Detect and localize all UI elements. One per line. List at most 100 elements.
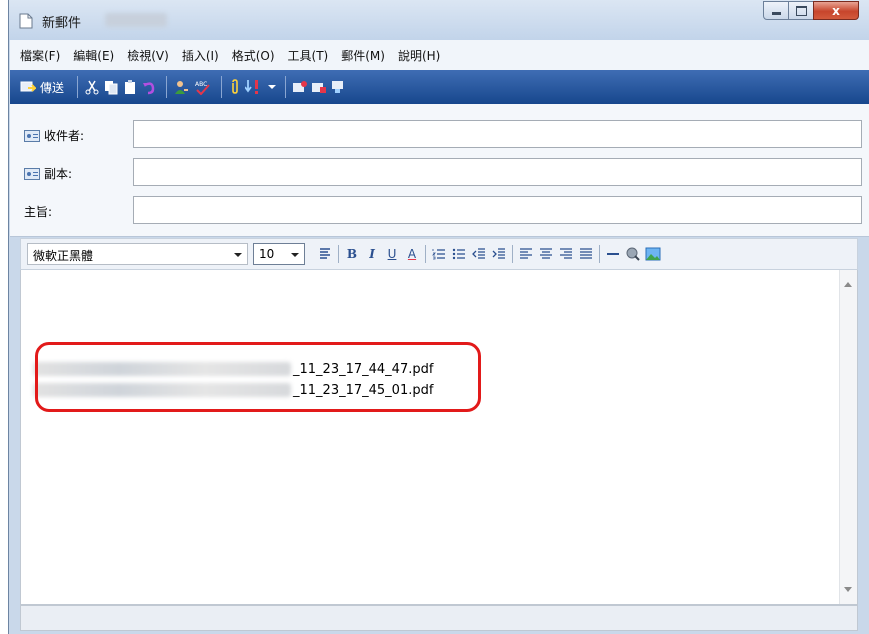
font-size-select[interactable]: 10 — [253, 243, 305, 265]
minimize-icon — [771, 12, 781, 15]
cc-input[interactable] — [133, 158, 862, 186]
offline-icon — [332, 81, 344, 93]
align-left-button[interactable] — [516, 244, 536, 264]
attach-button[interactable] — [228, 76, 242, 98]
toolbar-separator — [166, 76, 168, 98]
vertical-scrollbar[interactable] — [839, 270, 857, 604]
priority-icon — [245, 80, 259, 94]
cc-label-text: 副本: — [44, 167, 73, 181]
align-right-button[interactable] — [556, 244, 576, 264]
title-bar: 新郵件 x — [9, 0, 869, 40]
subject-label-text: 主旨: — [24, 205, 53, 219]
decrease-indent-button[interactable] — [469, 244, 489, 264]
align-center-button[interactable] — [536, 244, 556, 264]
bullet-list-icon — [452, 248, 465, 260]
font-size-value: 10 — [259, 247, 275, 261]
cc-row: 副本: — [10, 158, 869, 188]
scroll-down-icon[interactable] — [844, 587, 852, 592]
menu-format[interactable]: 格式(O) — [232, 47, 275, 64]
menu-message[interactable]: 郵件(M) — [341, 47, 385, 64]
align-right-icon — [560, 248, 572, 259]
sign-icon — [293, 81, 308, 92]
spell-check-icon: ABC — [195, 81, 210, 95]
menu-file[interactable]: 檔案(F) — [20, 47, 60, 64]
chevron-down-icon — [234, 253, 242, 257]
menu-edit[interactable]: 編輯(E) — [73, 47, 114, 64]
check-names-button[interactable] — [173, 76, 191, 98]
offline-button[interactable] — [330, 76, 346, 98]
align-left-icon — [520, 248, 532, 259]
insert-picture-button[interactable] — [643, 244, 663, 264]
horizontal-line-icon — [607, 253, 619, 255]
increase-indent-button[interactable] — [489, 244, 509, 264]
menu-insert[interactable]: 插入(I) — [182, 47, 219, 64]
font-select-value: 微軟正黑體 — [33, 249, 94, 263]
close-button[interactable]: x — [813, 1, 859, 20]
format-separator — [338, 245, 339, 263]
underline-button[interactable]: U — [382, 244, 402, 264]
chevron-down-icon — [268, 85, 277, 89]
bold-button[interactable]: B — [342, 244, 362, 264]
paragraph-style-icon — [320, 248, 330, 259]
send-button[interactable]: 傳送 — [16, 76, 68, 98]
send-icon — [20, 81, 36, 92]
subject-input[interactable] — [133, 196, 862, 224]
minimize-button[interactable] — [763, 1, 789, 20]
scissors-icon — [85, 80, 99, 95]
copy-button[interactable] — [103, 76, 119, 98]
paperclip-icon — [232, 79, 238, 94]
priority-button[interactable] — [245, 76, 265, 98]
formatting-toolbar: 微軟正黑體 10 B I U A — [20, 238, 858, 270]
address-card-icon — [24, 167, 40, 180]
new-mail-window: 新郵件 x 檔案(F) 編輯(E) 檢視(V) 插入(I) 格式(O) 工具(T… — [8, 0, 869, 634]
numbered-list-icon — [432, 249, 445, 260]
paste-button[interactable] — [122, 76, 138, 98]
cut-button[interactable] — [84, 76, 100, 98]
to-label-text: 收件者: — [44, 129, 85, 143]
undo-button[interactable] — [141, 76, 157, 98]
status-bar — [20, 605, 858, 631]
toolbar-separator — [285, 76, 287, 98]
picture-icon — [645, 247, 661, 261]
cc-label[interactable]: 副本: — [24, 165, 72, 182]
bullets-button[interactable] — [449, 244, 469, 264]
contacts-icon — [175, 81, 189, 94]
copy-icon — [105, 81, 118, 95]
horizontal-line-button[interactable] — [603, 244, 623, 264]
subject-row: 主旨: — [10, 196, 869, 226]
priority-dropdown[interactable] — [268, 76, 277, 98]
close-icon: x — [832, 3, 840, 18]
paragraph-style-button[interactable] — [315, 244, 335, 264]
menu-tools[interactable]: 工具(T) — [288, 47, 329, 64]
svg-text:ABC: ABC — [195, 81, 207, 88]
highlight-frame — [35, 342, 481, 412]
toolbar-separator — [221, 76, 223, 98]
undo-icon — [143, 82, 155, 95]
font-select[interactable]: 微軟正黑體 — [27, 243, 248, 265]
maximize-icon — [795, 5, 807, 16]
send-label: 傳送 — [40, 80, 65, 95]
hyperlink-icon — [626, 247, 640, 261]
italic-button[interactable]: I — [362, 244, 382, 264]
toolbar: 傳送 ABC — [10, 70, 869, 104]
scroll-up-icon[interactable] — [844, 282, 852, 287]
format-separator — [599, 245, 600, 263]
format-separator — [512, 245, 513, 263]
sign-button[interactable] — [292, 76, 308, 98]
chevron-down-icon — [291, 253, 299, 257]
to-input[interactable] — [133, 120, 862, 148]
insert-hyperlink-button[interactable] — [623, 244, 643, 264]
justify-icon — [580, 248, 592, 259]
maximize-button[interactable] — [788, 1, 814, 20]
numbering-button[interactable] — [429, 244, 449, 264]
spelling-button[interactable]: ABC — [194, 76, 212, 98]
justify-button[interactable] — [576, 244, 596, 264]
encrypt-button[interactable] — [311, 76, 327, 98]
message-body[interactable]: _11_23_17_44_47.pdf _11_23_17_45_01.pdf — [20, 270, 858, 605]
paste-icon — [125, 80, 136, 94]
menu-view[interactable]: 檢視(V) — [127, 47, 169, 64]
to-label[interactable]: 收件者: — [24, 127, 84, 144]
encrypt-icon — [312, 83, 327, 93]
font-color-button[interactable]: A — [402, 244, 422, 264]
menu-help[interactable]: 說明(H) — [398, 47, 440, 64]
